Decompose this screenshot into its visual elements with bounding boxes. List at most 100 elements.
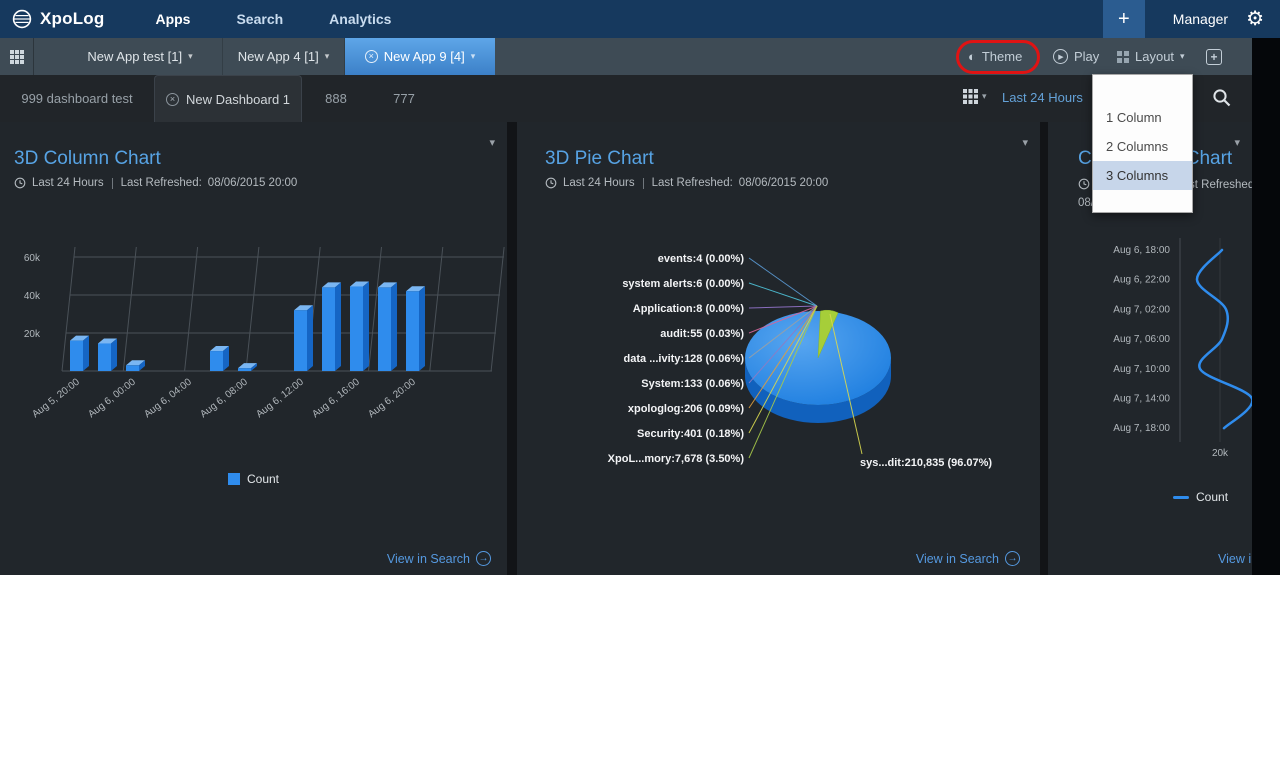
theme-button[interactable]: ◐ Theme xyxy=(968,38,1022,75)
chevron-down-icon[interactable]: ▾ xyxy=(471,51,476,62)
link-label: View in Search xyxy=(1218,552,1252,566)
chevron-down-icon[interactable]: ▾ xyxy=(188,51,193,62)
clock-icon xyxy=(14,177,26,189)
svg-text:Aug 6, 16:00: Aug 6, 16:00 xyxy=(310,376,362,420)
app-tab-new-app-9-active[interactable]: × New App 9 [4] ▾ xyxy=(345,38,495,75)
svg-text:40k: 40k xyxy=(24,291,41,302)
svg-text:XpoL...mory:7,678 (3.50%): XpoL...mory:7,678 (3.50%) xyxy=(608,453,745,465)
time-range-selector[interactable]: Last 24 Hours xyxy=(1002,90,1083,105)
line-chart-canvas: Aug 6, 18:00Aug 6, 22:00Aug 7, 02:00Aug … xyxy=(1048,230,1252,465)
svg-text:Aug 7, 06:00: Aug 7, 06:00 xyxy=(1113,334,1170,345)
svg-text:Aug 5, 20:00: Aug 5, 20:00 xyxy=(30,376,82,420)
gadget-refreshed-label: Last Refreshed: xyxy=(652,177,733,189)
brand-name: XpoLog xyxy=(40,9,104,29)
svg-text:Aug 6, 08:00: Aug 6, 08:00 xyxy=(198,376,250,420)
app-tab-new-app-test[interactable]: New App test [1] ▾ xyxy=(58,38,223,75)
layout-dropdown-menu: 1 Column 2 Columns 3 Columns xyxy=(1092,74,1193,213)
layout-button[interactable]: Layout ▾ xyxy=(1117,38,1185,75)
chart-legend[interactable]: Count xyxy=(1173,490,1228,504)
dashboard-tab-999[interactable]: 999 dashboard test xyxy=(0,75,154,122)
app-tab-label: New App 9 [4] xyxy=(384,49,465,64)
svg-text:Aug 6, 04:00: Aug 6, 04:00 xyxy=(142,376,194,420)
gadget-title: 3D Column Chart xyxy=(14,148,161,170)
app-tab-new-app-4[interactable]: New App 4 [1] ▾ xyxy=(223,38,345,75)
dashboard-tab-777[interactable]: 777 xyxy=(370,75,438,122)
link-label: View in Search xyxy=(387,552,470,566)
layout-option-3-columns-selected[interactable]: 3 Columns xyxy=(1093,161,1192,190)
legend-label: Count xyxy=(247,472,279,486)
svg-text:Aug 7, 14:00: Aug 7, 14:00 xyxy=(1113,394,1170,405)
search-button[interactable] xyxy=(1212,88,1232,113)
gadget-refreshed-value: 08/06/2015 20:00 xyxy=(208,177,298,189)
window-edge xyxy=(1252,38,1280,575)
gadget-refreshed-label: Last Refreshed: xyxy=(121,177,202,189)
svg-text:Aug 6, 18:00: Aug 6, 18:00 xyxy=(1113,245,1170,256)
gadget-menu-caret-icon[interactable]: ▾ xyxy=(1234,136,1240,149)
add-app-button[interactable]: + xyxy=(1103,0,1145,38)
xpolog-logo[interactable]: XpoLog xyxy=(12,9,104,29)
view-in-search-link[interactable]: View in Search → xyxy=(916,551,1020,566)
layout-option-1-column[interactable]: 1 Column xyxy=(1093,103,1192,132)
svg-text:Application:8 (0.00%): Application:8 (0.00%) xyxy=(633,303,745,315)
settings-gear-icon[interactable]: ⚙ xyxy=(1246,9,1264,29)
dashboard-tab-888[interactable]: 888 xyxy=(302,75,370,122)
nav-item-search[interactable]: Search xyxy=(213,0,306,38)
grid-icon xyxy=(963,89,978,104)
app-tab-label: New App 4 [1] xyxy=(238,49,319,64)
arrow-right-icon: → xyxy=(1005,551,1020,566)
svg-text:20k: 20k xyxy=(24,329,41,340)
nav-item-analytics[interactable]: Analytics xyxy=(306,0,414,38)
xpolog-app-window: XpoLog Apps Search Analytics + Manager ⚙ xyxy=(0,0,1280,575)
navbar-right: + Manager ⚙ xyxy=(1103,0,1280,38)
divider xyxy=(112,178,113,189)
play-icon: ▶ xyxy=(1053,49,1068,64)
dashboard-content: ▾ 3D Column Chart Last 24 Hours Last Ref… xyxy=(0,122,1252,575)
svg-text:Aug 6, 20:00: Aug 6, 20:00 xyxy=(366,376,418,420)
svg-text:Aug 7, 02:00: Aug 7, 02:00 xyxy=(1113,304,1170,315)
play-button[interactable]: ▶ Play xyxy=(1053,38,1099,75)
close-icon[interactable]: × xyxy=(166,93,179,106)
legend-label: Count xyxy=(1196,490,1228,504)
dashboard-tab-label: 999 dashboard test xyxy=(21,91,132,106)
dashboard-tab-new-dashboard-1-active[interactable]: × New Dashboard 1 xyxy=(154,75,302,122)
dashboard-tab-label: 777 xyxy=(393,91,415,106)
svg-text:Aug 6, 12:00: Aug 6, 12:00 xyxy=(254,376,306,420)
gadget-menu-caret-icon[interactable]: ▾ xyxy=(489,136,495,149)
view-in-search-link[interactable]: View in Search → xyxy=(387,551,491,566)
svg-text:System:133 (0.06%): System:133 (0.06%) xyxy=(641,378,744,390)
dashboards-tab-bar: 999 dashboard test × New Dashboard 1 888… xyxy=(0,75,1252,122)
nav-item-apps[interactable]: Apps xyxy=(132,0,213,38)
pie-chart-canvas: events:4 (0.00%) system alerts:6 (0.00%) A… xyxy=(517,230,1040,490)
xpolog-globe-icon xyxy=(12,9,32,29)
svg-text:events:4 (0.00%): events:4 (0.00%) xyxy=(658,253,745,265)
svg-text:data ...ivity:128 (0.06%): data ...ivity:128 (0.06%) xyxy=(624,353,745,365)
svg-text:sys...dit:210,835 (96.07%): sys...dit:210,835 (96.07%) xyxy=(860,457,992,469)
gadget-subtitle: Last 24 Hours Last Refreshed: 08/06/2015… xyxy=(545,177,828,189)
add-dashboard-button[interactable]: + xyxy=(1206,38,1222,75)
legend-swatch xyxy=(1173,496,1189,499)
dashboard-tab-label: 888 xyxy=(325,91,347,106)
chevron-down-icon[interactable]: ▾ xyxy=(325,51,330,62)
layout-option-2-columns[interactable]: 2 Columns xyxy=(1093,132,1192,161)
apps-tab-bar: New App test [1] ▾ New App 4 [1] ▾ × New… xyxy=(0,38,1252,75)
manager-menu[interactable]: Manager xyxy=(1173,11,1228,27)
dashboard-tab-label: New Dashboard 1 xyxy=(186,92,290,107)
gadget-refreshed-value: 08/06/2015 20:00 xyxy=(739,177,829,189)
main-nav: Apps Search Analytics xyxy=(132,0,414,38)
top-navbar: XpoLog Apps Search Analytics + Manager ⚙ xyxy=(0,0,1280,38)
svg-text:60k: 60k xyxy=(24,253,41,264)
apps-grid-button[interactable] xyxy=(0,38,34,75)
svg-text:Aug 7, 18:00: Aug 7, 18:00 xyxy=(1113,423,1170,434)
view-in-search-link[interactable]: View in Search → xyxy=(1218,551,1252,566)
clock-icon xyxy=(545,177,557,189)
gadget-3d-pie-chart: ▾ 3D Pie Chart Last 24 Hours Last Refres… xyxy=(517,122,1040,575)
clock-icon xyxy=(1078,178,1090,190)
close-icon[interactable]: × xyxy=(365,50,378,63)
chevron-down-icon: ▾ xyxy=(982,91,987,102)
dashboard-grid-selector[interactable]: ▾ xyxy=(963,89,987,104)
chart-legend[interactable]: Count xyxy=(0,472,507,486)
gadget-time-range: Last 24 Hours xyxy=(563,177,635,189)
gadget-3d-column-chart: ▾ 3D Column Chart Last 24 Hours Last Ref… xyxy=(0,122,507,575)
gadget-menu-caret-icon[interactable]: ▾ xyxy=(1022,136,1028,149)
svg-text:system alerts:6 (0.00%): system alerts:6 (0.00%) xyxy=(622,278,744,290)
